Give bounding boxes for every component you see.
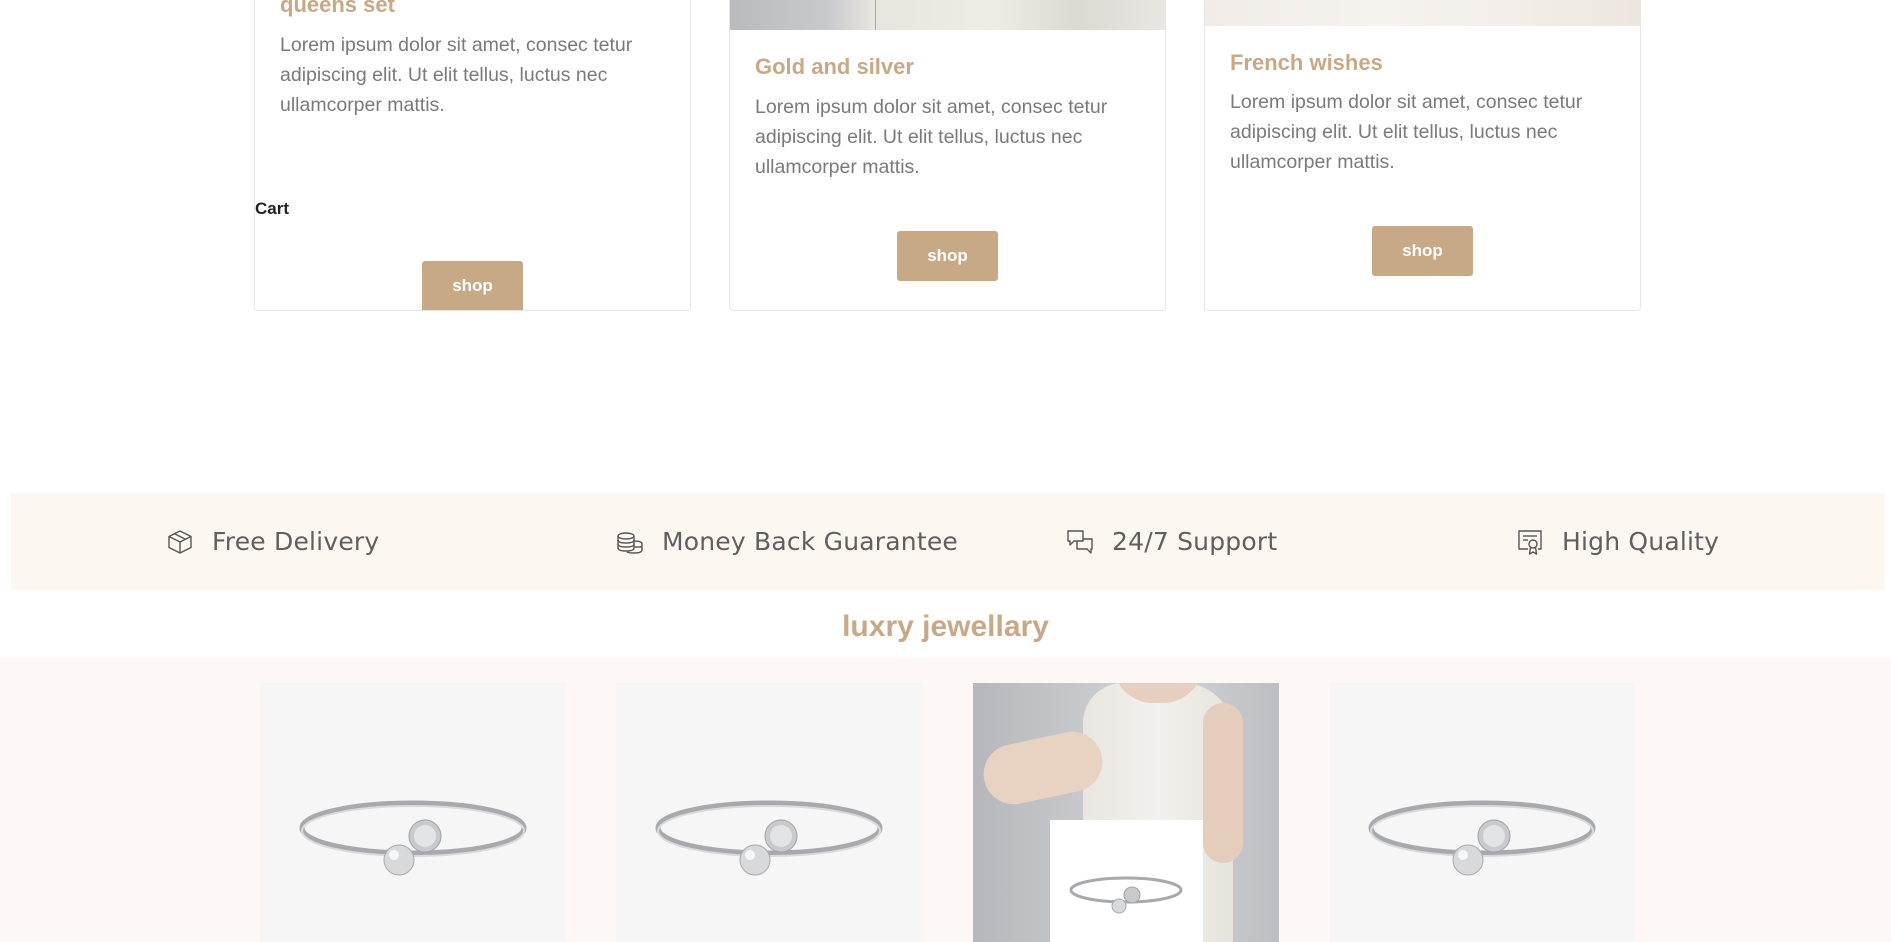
feature-label: Money Back Guarantee (662, 527, 959, 556)
category-card-queens-set: queens set Lorem ipsum dolor sit amet, c… (254, 0, 691, 311)
card-image[interactable] (1205, 0, 1640, 26)
product-card[interactable] (260, 683, 566, 942)
features-bar: Free Delivery Money Back Guarantee 24/7 … (11, 493, 1885, 590)
coins-icon (617, 531, 643, 554)
card-title: Gold and silver (755, 54, 914, 79)
box-icon (168, 529, 192, 554)
feature-label: 24/7 Support (1112, 527, 1278, 556)
bracelet-image (299, 800, 527, 876)
product-card[interactable] (1329, 683, 1635, 942)
card-image[interactable] (730, 0, 1165, 30)
bracelet-image (655, 800, 883, 876)
model-arm (1203, 703, 1243, 863)
feature-label: High Quality (1562, 527, 1720, 556)
card-description: Lorem ipsum dolor sit amet, consec tetur… (280, 34, 633, 116)
feature-money-back: Money Back Guarantee (616, 493, 958, 590)
section-title: luxry jewellary (842, 610, 1049, 643)
product-card-model[interactable] (973, 683, 1279, 942)
card-title: French wishes (1230, 50, 1383, 75)
chat-icon (1067, 529, 1093, 554)
product-thumbnail[interactable] (1050, 820, 1203, 942)
bracelet-image (1368, 800, 1596, 876)
shop-button[interactable]: shop (422, 261, 523, 310)
shop-button[interactable]: shop (1372, 226, 1473, 276)
feature-free-delivery: Free Delivery (166, 493, 379, 590)
shop-button[interactable]: shop (897, 231, 998, 281)
card-description: Lorem ipsum dolor sit amet, consec tetur… (1230, 91, 1583, 173)
certificate-icon (1518, 529, 1542, 555)
feature-support: 24/7 Support (1066, 493, 1277, 590)
feature-label: Free Delivery (212, 527, 380, 556)
feature-high-quality: High Quality (1516, 493, 1719, 590)
card-title: queens set (280, 0, 395, 17)
card-description: Lorem ipsum dolor sit amet, consec tetur… (755, 96, 1108, 178)
category-card-french-wishes: French wishes Lorem ipsum dolor sit amet… (1204, 0, 1641, 311)
bracelet-image (1069, 876, 1183, 914)
category-card-gold-and-silver: Gold and silver Lorem ipsum dolor sit am… (729, 0, 1166, 311)
cart-link[interactable]: Cart (255, 199, 289, 219)
product-card[interactable] (616, 683, 922, 942)
